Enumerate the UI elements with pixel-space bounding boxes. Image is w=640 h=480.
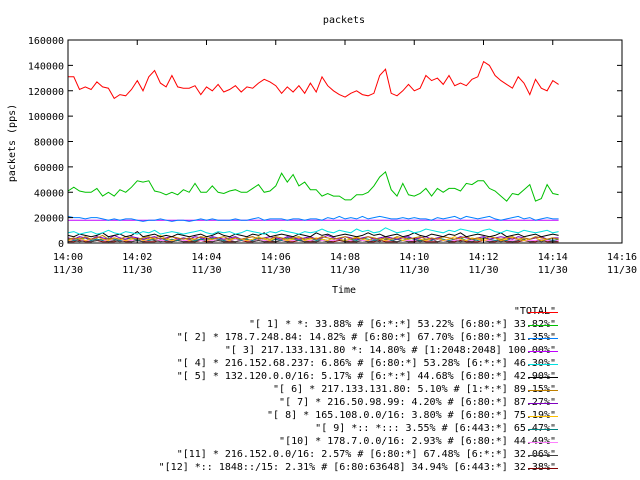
legend-label: "[ 1] * *: 33.88% # [6:*:*] 53.22% [6:80… bbox=[248, 319, 556, 330]
legend-entry: "[ 2] * 178.7.248.84: 14.82% # [6:80:*] … bbox=[0, 332, 640, 345]
legend-swatch bbox=[528, 312, 558, 313]
packets-chart: packets packets (pps) Time 0 20000 40000 60… bbox=[7, 15, 637, 296]
legend-label: "[11] * 216.152.0.0/16: 2.57% # [6:80:*]… bbox=[176, 449, 556, 460]
x-tick-label-time: 14:06 bbox=[261, 252, 291, 263]
legend-label: "[ 6] * 217.133.131.80: 5.10% # [1:*:*] … bbox=[273, 384, 556, 395]
legend-swatch bbox=[528, 429, 558, 430]
series-line-1 bbox=[67, 171, 559, 202]
legend-swatch bbox=[528, 390, 558, 391]
plot-frame bbox=[67, 39, 623, 244]
chart-title: packets bbox=[323, 15, 365, 26]
x-axis-label: Time bbox=[332, 285, 356, 296]
legend-swatch bbox=[528, 351, 558, 352]
legend-swatch bbox=[528, 455, 558, 456]
x-tick-label-date: 11/30 bbox=[261, 265, 291, 276]
x-tick-label-time: 14:16 bbox=[607, 252, 637, 263]
legend-entry: "[ 3] 217.133.131.80 *: 14.80% # [1:2048… bbox=[0, 345, 640, 358]
y-tick-label: 20000 bbox=[34, 214, 64, 225]
x-tick-label-date: 11/30 bbox=[468, 265, 498, 276]
series-line-4 bbox=[67, 227, 559, 235]
legend-label: "[ 9] *:: *::: 3.55% # [6:443:*] 65.47%" bbox=[315, 423, 556, 434]
legend-swatch bbox=[528, 338, 558, 339]
x-tick-label-time: 14:00 bbox=[53, 252, 83, 263]
series-line-0 bbox=[68, 60, 559, 100]
y-axis-label: packets (pps) bbox=[7, 104, 18, 182]
y-tick-label: 60000 bbox=[34, 163, 64, 174]
legend-swatch bbox=[528, 403, 558, 404]
x-tick-label-time: 14:08 bbox=[330, 252, 360, 263]
legend-entry: "[12] *:: 1848::/15: 2.31% # [6:80:63648… bbox=[0, 462, 640, 475]
legend-label: "[ 7] * 216.50.98.99: 4.20% # [6:80:*] 8… bbox=[279, 397, 556, 408]
legend-label: "[ 3] 217.133.131.80 *: 14.80% # [1:2048… bbox=[224, 345, 556, 356]
x-tick-label-time: 14:04 bbox=[191, 252, 221, 263]
legend-entry: "[ 9] *:: *::: 3.55% # [6:443:*] 65.47%" bbox=[0, 423, 640, 436]
x-tick-label-time: 14:12 bbox=[468, 252, 498, 263]
legend-entry: "[ 8] * 165.108.0.0/16: 3.80% # [6:80:*]… bbox=[0, 410, 640, 423]
series-layer bbox=[67, 60, 559, 243]
x-tick-label-date: 11/30 bbox=[330, 265, 360, 276]
x-tick-label-date: 11/30 bbox=[53, 265, 83, 276]
x-tick-label-date: 11/30 bbox=[607, 265, 637, 276]
legend-entry: "[ 5] * 132.120.0.0/16: 5.17% # [6:*:*] … bbox=[0, 371, 640, 384]
legend-entry: "TOTAL" bbox=[0, 306, 640, 319]
legend-label: "[ 8] * 165.108.0.0/16: 3.80% # [6:80:*]… bbox=[267, 410, 556, 421]
legend-entry: "[ 6] * 217.133.131.80: 5.10% # [1:*:*] … bbox=[0, 384, 640, 397]
legend-label: "[12] *:: 1848::/15: 2.31% # [6:80:63648… bbox=[158, 462, 556, 473]
y-tick-label: 100000 bbox=[28, 112, 64, 123]
legend-swatch bbox=[528, 442, 558, 443]
legend-swatch bbox=[528, 325, 558, 326]
legend-swatch bbox=[528, 377, 558, 378]
x-tick-label-date: 11/30 bbox=[399, 265, 429, 276]
legend-label: "[ 5] * 132.120.0.0/16: 5.17% # [6:*:*] … bbox=[176, 371, 556, 382]
legend-entry: "[ 1] * *: 33.88% # [6:*:*] 53.22% [6:80… bbox=[0, 319, 640, 332]
x-tick-label-date: 11/30 bbox=[122, 265, 152, 276]
y-tick-label: 0 bbox=[58, 239, 64, 250]
y-tick-label: 40000 bbox=[34, 188, 64, 199]
legend-label: "[ 4] * 216.152.68.237: 6.86% # [6:80:*]… bbox=[176, 358, 556, 369]
legend-swatch bbox=[528, 364, 558, 365]
y-tick-label: 160000 bbox=[28, 36, 64, 47]
y-tick-label: 140000 bbox=[28, 61, 64, 72]
legend-entry: "[ 4] * 216.152.68.237: 6.86% # [6:80:*]… bbox=[0, 358, 640, 371]
y-tick-label: 80000 bbox=[34, 138, 64, 149]
y-tick-label: 120000 bbox=[28, 87, 64, 98]
x-tick-label-time: 14:02 bbox=[122, 252, 152, 263]
legend-entry: "[ 7] * 216.50.98.99: 4.20% # [6:80:*] 8… bbox=[0, 397, 640, 410]
legend-swatch bbox=[528, 416, 558, 417]
legend-swatch bbox=[528, 468, 558, 469]
x-tick-label-date: 11/30 bbox=[538, 265, 568, 276]
x-tick-label-time: 14:14 bbox=[538, 252, 568, 263]
legend-entry: "[11] * 216.152.0.0/16: 2.57% # [6:80:*]… bbox=[0, 449, 640, 462]
x-tick-label-time: 14:10 bbox=[399, 252, 429, 263]
legend-label: "[ 2] * 178.7.248.84: 14.82% # [6:80:*] … bbox=[176, 332, 556, 343]
legend-entry: "[10] * 178.7.0.0/16: 2.93% # [6:80:*] 4… bbox=[0, 436, 640, 449]
legend-label: "[10] * 178.7.0.0/16: 2.93% # [6:80:*] 4… bbox=[279, 436, 556, 447]
x-tick-label-date: 11/30 bbox=[191, 265, 221, 276]
